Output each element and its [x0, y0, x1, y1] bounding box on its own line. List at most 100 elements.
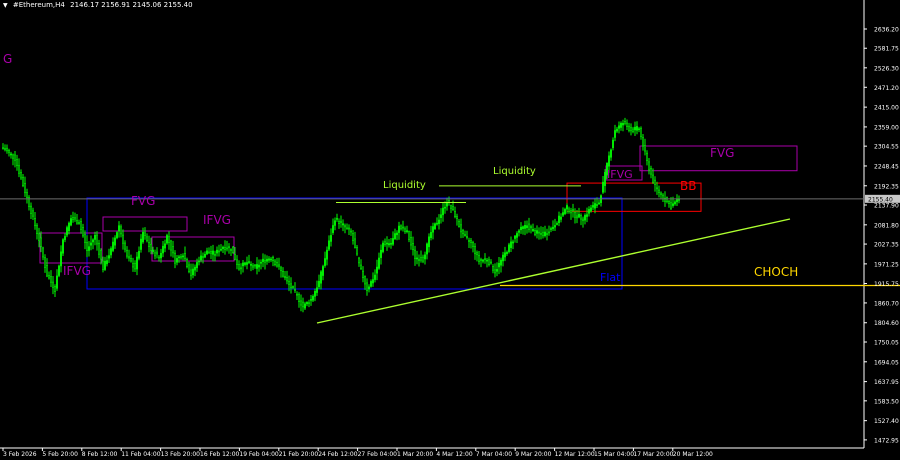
candle[interactable]	[382, 240, 384, 254]
candle[interactable]	[212, 244, 214, 262]
candle[interactable]	[80, 218, 82, 234]
candle[interactable]	[70, 214, 72, 227]
candle[interactable]	[656, 181, 658, 195]
candle[interactable]	[496, 262, 498, 277]
candle[interactable]	[424, 251, 426, 265]
candle[interactable]	[266, 255, 268, 265]
candle[interactable]	[634, 121, 636, 136]
candle[interactable]	[362, 266, 364, 283]
candle[interactable]	[676, 194, 678, 207]
candle[interactable]	[336, 213, 338, 222]
candle[interactable]	[132, 257, 134, 272]
candle[interactable]	[372, 272, 374, 287]
candle[interactable]	[536, 225, 538, 239]
candle[interactable]	[654, 176, 656, 192]
candle[interactable]	[648, 158, 650, 175]
candle[interactable]	[84, 230, 86, 250]
candle[interactable]	[300, 294, 302, 312]
candle[interactable]	[564, 207, 566, 216]
candle[interactable]	[2, 143, 4, 150]
candle[interactable]	[14, 151, 16, 168]
candle[interactable]	[472, 240, 474, 253]
candle[interactable]	[548, 225, 550, 236]
candles[interactable]	[2, 117, 680, 313]
candle[interactable]	[658, 185, 660, 198]
candle[interactable]	[248, 254, 250, 265]
candle[interactable]	[144, 227, 146, 240]
candle[interactable]	[258, 259, 260, 272]
candle[interactable]	[240, 263, 242, 275]
candle[interactable]	[430, 225, 432, 241]
candle[interactable]	[624, 117, 626, 126]
candle[interactable]	[434, 222, 436, 230]
candle[interactable]	[216, 246, 218, 257]
candle[interactable]	[338, 218, 340, 229]
candle[interactable]	[100, 248, 102, 265]
candle[interactable]	[50, 270, 52, 287]
candle[interactable]	[152, 246, 154, 255]
candle[interactable]	[652, 168, 654, 184]
candle[interactable]	[428, 233, 430, 253]
candle[interactable]	[160, 248, 162, 263]
candle[interactable]	[446, 197, 448, 211]
candle[interactable]	[250, 261, 252, 272]
candle[interactable]	[174, 250, 176, 269]
candle[interactable]	[488, 256, 490, 267]
candle[interactable]	[530, 224, 532, 234]
candle[interactable]	[102, 256, 104, 273]
candle[interactable]	[4, 144, 6, 152]
candle[interactable]	[62, 238, 64, 257]
candle[interactable]	[288, 275, 290, 292]
candle[interactable]	[66, 225, 68, 238]
candle[interactable]	[630, 123, 632, 136]
candle[interactable]	[660, 191, 662, 200]
candle[interactable]	[466, 230, 468, 240]
candle[interactable]	[52, 275, 54, 295]
candle[interactable]	[442, 202, 444, 222]
candle[interactable]	[644, 138, 646, 156]
candle[interactable]	[200, 250, 202, 263]
candle[interactable]	[540, 226, 542, 240]
candle[interactable]	[232, 246, 234, 254]
candle[interactable]	[124, 240, 126, 253]
candle[interactable]	[640, 126, 642, 140]
candle[interactable]	[148, 235, 150, 253]
candle[interactable]	[284, 271, 286, 281]
candle[interactable]	[30, 202, 32, 219]
candle[interactable]	[328, 235, 330, 251]
candle[interactable]	[522, 225, 524, 235]
candle[interactable]	[366, 278, 368, 296]
candle[interactable]	[370, 279, 372, 288]
candle[interactable]	[316, 280, 318, 296]
candle[interactable]	[186, 257, 188, 269]
candle[interactable]	[320, 270, 322, 290]
candle[interactable]	[172, 240, 174, 258]
candle[interactable]	[460, 218, 462, 239]
candle[interactable]	[576, 210, 578, 224]
candle[interactable]	[192, 263, 194, 279]
candle[interactable]	[82, 223, 84, 238]
candle[interactable]	[310, 295, 312, 306]
candle[interactable]	[504, 246, 506, 262]
candle[interactable]	[604, 169, 606, 193]
candle[interactable]	[484, 253, 486, 264]
candle[interactable]	[598, 199, 600, 205]
candle[interactable]	[376, 259, 378, 281]
candle[interactable]	[226, 240, 228, 252]
candle[interactable]	[90, 235, 92, 251]
candle[interactable]	[572, 203, 574, 218]
candle[interactable]	[26, 188, 28, 204]
candle[interactable]	[210, 245, 212, 260]
candle[interactable]	[494, 263, 496, 278]
candle[interactable]	[514, 235, 516, 243]
candle[interactable]	[112, 237, 114, 253]
candle[interactable]	[308, 299, 310, 308]
candle[interactable]	[360, 259, 362, 270]
candle[interactable]	[358, 256, 360, 267]
candle[interactable]	[68, 221, 70, 235]
candle[interactable]	[32, 207, 34, 220]
candle[interactable]	[458, 219, 460, 228]
candle[interactable]	[380, 244, 382, 265]
candle[interactable]	[554, 218, 556, 231]
candle[interactable]	[546, 228, 548, 241]
